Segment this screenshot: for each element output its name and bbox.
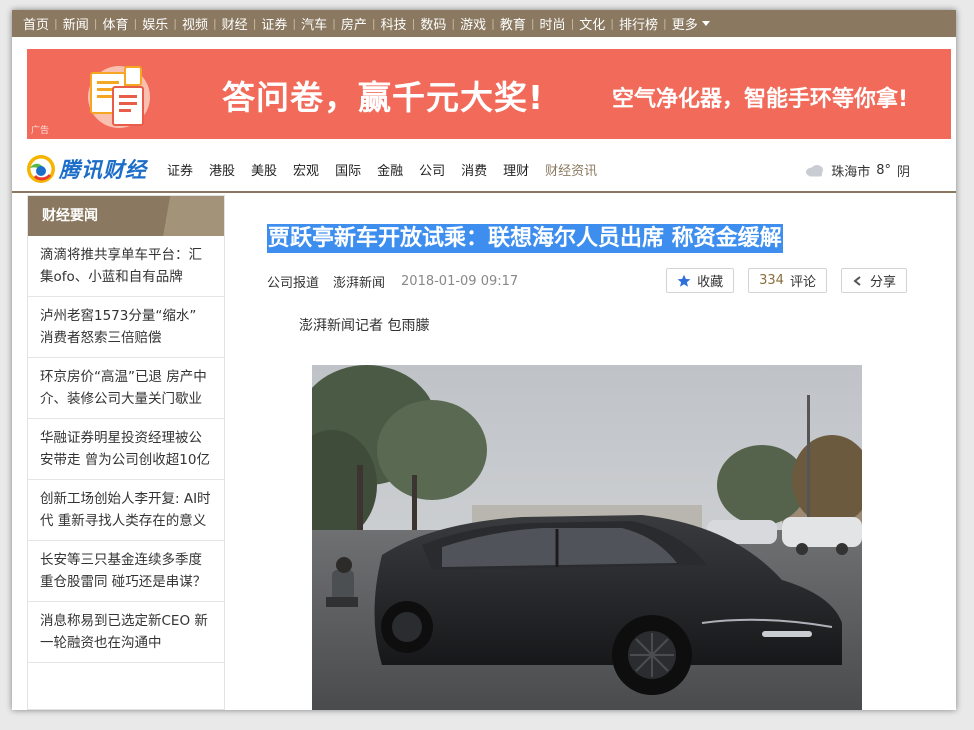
cloud-icon bbox=[806, 165, 824, 177]
ad-subline: 空气净化器，智能手环等你拿! bbox=[612, 87, 909, 112]
share-label: 分享 bbox=[869, 275, 896, 290]
favorite-label: 收藏 bbox=[697, 275, 724, 290]
sidebar-news-item[interactable]: 长安等三只基金连续多季度重仓股雷同 碰巧还是串谋？ bbox=[28, 541, 224, 602]
channel-bar: 腾讯财经 证券 港股 美股 宏观 国际 金融 公司 消费 理财 财经资讯 珠海市 8° 阴 bbox=[12, 147, 956, 193]
ad-headline: 答问卷，赢千元大奖! bbox=[222, 78, 545, 117]
browser-page: 首页 | 新闻 | 体育 | 娱乐 | 视频 | 财经 | 证券 | 汽车 | 房产 | 科技 | 数码 | 游戏 | 教育 | 时… bbox=[12, 10, 956, 710]
channel-item[interactable]: 国际 bbox=[327, 160, 369, 179]
article-meta: 公司报道 澎湃新闻 2018-01-09 09:17 收藏 334 评论 分享 bbox=[267, 268, 907, 294]
topnav-item[interactable]: 视频 bbox=[177, 14, 213, 33]
sidebar-news-list: 滴滴将推共享单车平台：汇集ofo、小蓝和自有品牌 泸州老窖1573分量“缩水” 消… bbox=[28, 236, 224, 663]
chevron-down-icon bbox=[701, 21, 710, 26]
topnav-item[interactable]: 新闻 bbox=[58, 14, 94, 33]
tencent-logo-icon bbox=[27, 155, 55, 183]
weather-temp: 8° bbox=[876, 163, 891, 178]
topnav-item[interactable]: 首页 bbox=[18, 14, 54, 33]
favorite-button[interactable]: 收藏 bbox=[666, 268, 735, 293]
article-datetime: 2018-01-09 09:17 bbox=[401, 273, 519, 289]
topnav-item[interactable]: 证券 bbox=[256, 14, 292, 33]
site-logo[interactable]: 腾讯财经 bbox=[26, 154, 147, 184]
sidebar-title: 财经要闻 bbox=[28, 196, 224, 236]
ad-label: 广告 bbox=[31, 126, 50, 136]
article-title[interactable]: 贾跃亭新车开放试乘：联想海尔人员出席 称资金缓解 bbox=[267, 224, 783, 253]
channel-item[interactable]: 美股 bbox=[243, 160, 285, 179]
topnav-item[interactable]: 教育 bbox=[495, 14, 531, 33]
topnav-item[interactable]: 时尚 bbox=[535, 14, 571, 33]
sidebar-news-item[interactable]: 华融证券明星投资经理被公安带走 曾为公司创收超10亿 bbox=[28, 419, 224, 480]
article-byline: 澎湃新闻记者 包雨朦 bbox=[299, 318, 430, 334]
topnav-more-button[interactable]: 更多 bbox=[667, 14, 715, 33]
share-button[interactable]: 分享 bbox=[840, 268, 907, 293]
ad-banner[interactable]: 答问卷，赢千元大奖! 空气净化器，智能手环等你拿! 广告 bbox=[27, 49, 951, 139]
topnav-item[interactable]: 财经 bbox=[217, 14, 253, 33]
sidebar-news-item[interactable]: 泸州老窖1573分量“缩水” 消费者怒索三倍赔偿 bbox=[28, 297, 224, 358]
survey-clipboard-icon bbox=[88, 66, 150, 128]
topnav-item[interactable]: 娱乐 bbox=[137, 14, 173, 33]
topnav-item[interactable]: 科技 bbox=[376, 14, 412, 33]
channel-item[interactable]: 财经资讯 bbox=[537, 160, 605, 179]
channel-item[interactable]: 宏观 bbox=[285, 160, 327, 179]
channel-item[interactable]: 港股 bbox=[201, 160, 243, 179]
channel-item[interactable]: 证券 bbox=[159, 160, 201, 179]
top-nav: 首页 | 新闻 | 体育 | 娱乐 | 视频 | 财经 | 证券 | 汽车 | 房产 | 科技 | 数码 | 游戏 | 教育 | 时… bbox=[12, 10, 956, 37]
weather-widget: 珠海市 8° 阴 bbox=[805, 161, 910, 180]
article-photo bbox=[312, 365, 862, 710]
star-icon bbox=[677, 274, 691, 287]
comment-count: 334 bbox=[759, 273, 784, 288]
sidebar-news-item[interactable]: 创新工场创始人李开复: AI时代 重新寻找人类存在的意义 bbox=[28, 480, 224, 541]
sidebar-news-item[interactable]: 环京房价“高温”已退 房产中介、装修公司大量关门歇业 bbox=[28, 358, 224, 419]
weather-condition: 阴 bbox=[896, 165, 910, 180]
article-source-type[interactable]: 公司报道 bbox=[267, 272, 319, 291]
logo-text: 腾讯财经 bbox=[59, 158, 147, 182]
topnav-item[interactable]: 游戏 bbox=[455, 14, 491, 33]
comment-button[interactable]: 334 评论 bbox=[748, 268, 827, 293]
channel-item[interactable]: 公司 bbox=[411, 160, 453, 179]
comment-label: 评论 bbox=[789, 275, 816, 290]
sidebar-news-item[interactable]: 滴滴将推共享单车平台：汇集ofo、小蓝和自有品牌 bbox=[28, 236, 224, 297]
article-actions: 收藏 334 评论 分享 bbox=[666, 268, 907, 293]
article: 贾跃亭新车开放试乘：联想海尔人员出席 称资金缓解 公司报道 澎湃新闻 2018-… bbox=[267, 215, 907, 334]
channel-item[interactable]: 消费 bbox=[453, 160, 495, 179]
topnav-item[interactable]: 文化 bbox=[574, 14, 610, 33]
topnav-more-label: 更多 bbox=[671, 18, 698, 33]
share-icon bbox=[853, 275, 861, 286]
topnav-item[interactable]: 排行榜 bbox=[614, 14, 663, 33]
topnav-item[interactable]: 房产 bbox=[336, 14, 372, 33]
sidebar-top-news: 财经要闻 滴滴将推共享单车平台：汇集ofo、小蓝和自有品牌 泸州老窖1573分量“… bbox=[27, 195, 225, 710]
channel-nav: 证券 港股 美股 宏观 国际 金融 公司 消费 理财 财经资讯 bbox=[159, 160, 605, 179]
topnav-item[interactable]: 数码 bbox=[415, 14, 451, 33]
article-source[interactable]: 澎湃新闻 bbox=[333, 272, 385, 291]
article-title-wrap: 贾跃亭新车开放试乘：联想海尔人员出席 称资金缓解 bbox=[267, 215, 907, 257]
channel-item[interactable]: 金融 bbox=[369, 160, 411, 179]
sidebar-news-item[interactable]: 消息称易到已选定新CEO 新一轮融资也在沟通中 bbox=[28, 602, 224, 663]
topnav-item[interactable]: 汽车 bbox=[296, 14, 332, 33]
weather-city: 珠海市 bbox=[831, 165, 871, 180]
channel-item[interactable]: 理财 bbox=[495, 160, 537, 179]
topnav-item[interactable]: 体育 bbox=[97, 14, 133, 33]
car-photo-image bbox=[312, 365, 862, 710]
